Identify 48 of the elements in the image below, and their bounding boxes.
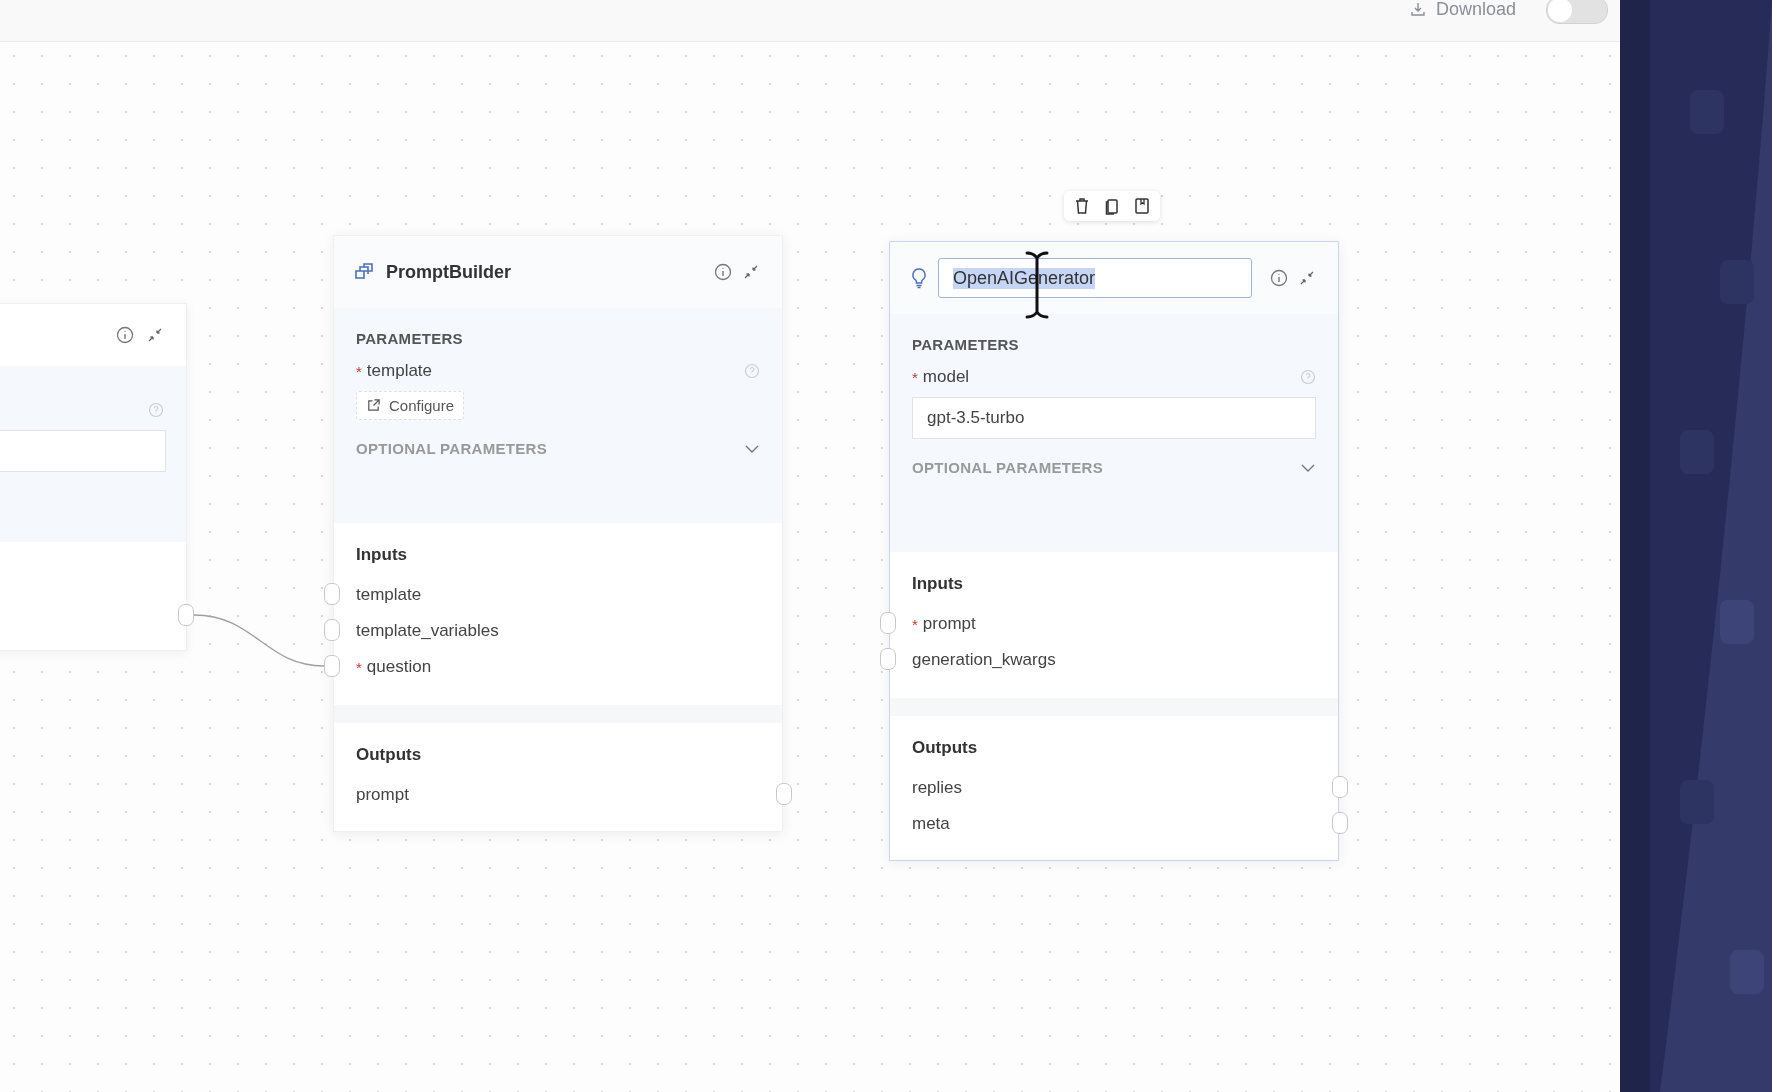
input-name: template_variables [356,621,499,641]
node-card[interactable]: PromptBuilder PARAMETERS * template Configure OPTIONAL PARAMETERS Inputs template template_variables * question Outputs prompt [333,235,783,832]
required-asterisk: * [356,362,362,380]
collapse-icon[interactable] [1298,269,1316,287]
section-heading: Inputs [356,545,408,565]
blocks-icon [354,263,376,281]
output-name: replies [912,778,963,798]
help-icon[interactable] [744,363,760,379]
lightbulb-icon [910,267,928,289]
output-port[interactable] [1332,776,1348,798]
input-name: prompt [922,614,976,634]
output-name: prompt [356,785,409,805]
input-port[interactable] [880,612,896,634]
output-port[interactable] [178,604,194,626]
download-icon [1409,1,1426,17]
input-port[interactable] [324,583,340,605]
required-asterisk: * [912,368,918,386]
input-name: template [356,585,422,605]
help-icon[interactable] [1300,369,1316,385]
info-icon[interactable] [714,263,732,281]
required-asterisk: * [912,615,918,633]
bookmark-icon[interactable] [1132,196,1152,216]
collapse-icon[interactable] [742,263,760,281]
input-port[interactable] [324,655,340,677]
model-field[interactable]: gpt-3.5-turbo [912,397,1316,439]
input-port[interactable] [880,648,896,670]
info-icon[interactable] [1270,269,1288,287]
toggle-switch[interactable] [1546,0,1608,24]
input-name: generation_kwargs [912,650,1056,670]
section-heading: Outputs [356,745,423,765]
configure-button[interactable]: Configure [356,391,465,420]
external-link-icon [366,398,381,413]
section-label: PARAMETERS [912,336,1020,353]
required-asterisk: * [356,658,362,676]
section-heading: Outputs [912,738,979,758]
section-label: PARAMETERS [356,330,464,347]
input-port[interactable] [324,619,340,641]
parameter-name: template [366,361,433,381]
section-heading: Inputs [912,574,964,594]
help-icon[interactable] [148,402,164,418]
collapse-icon[interactable] [146,326,164,344]
output-name: meta [912,814,950,834]
output-port[interactable] [1332,812,1348,834]
input-name: question [366,657,432,677]
node-title: PromptBuilder [386,261,512,283]
output-port[interactable] [776,783,792,805]
info-icon[interactable] [116,326,134,344]
parameter-name: model [922,367,970,387]
